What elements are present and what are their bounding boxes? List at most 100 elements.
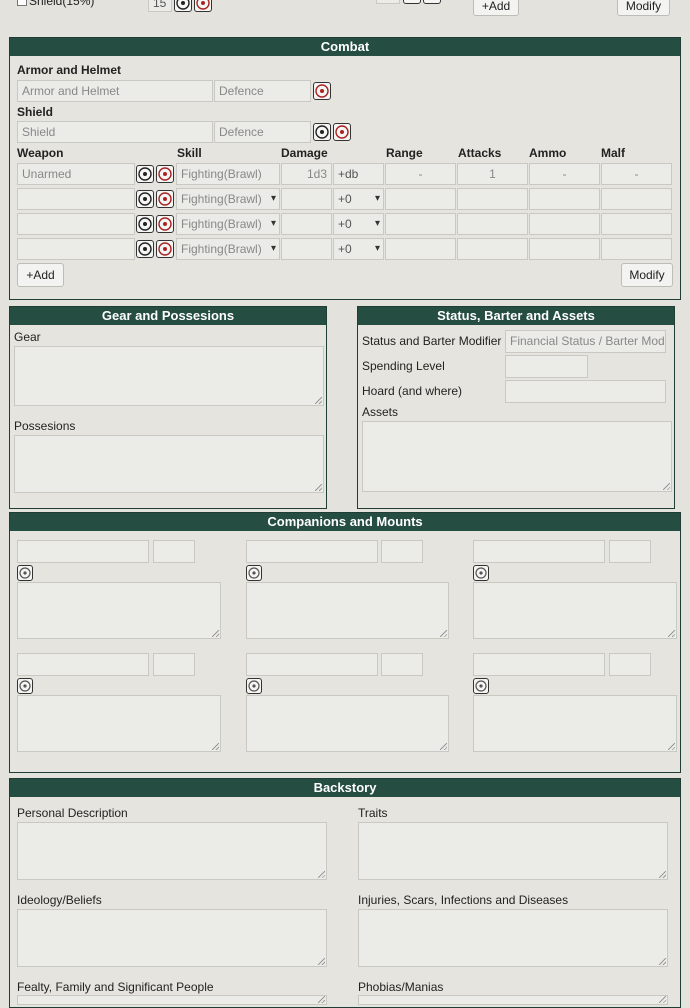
possessions-textarea[interactable]: [14, 435, 324, 493]
top-add-button[interactable]: +Add: [473, 0, 519, 16]
companion-name-input[interactable]: [17, 540, 149, 563]
shield-skill-value[interactable]: 15: [148, 0, 172, 12]
weapon-damage-field[interactable]: [281, 213, 332, 235]
dice-red-icon[interactable]: [194, 0, 212, 12]
companion-notes-textarea[interactable]: [246, 695, 449, 752]
financial-status-input[interactable]: Financial Status / Barter Modifier: [505, 330, 666, 353]
dice-black-icon[interactable]: [136, 240, 154, 258]
injuries-textarea[interactable]: [358, 909, 668, 967]
fealty-textarea[interactable]: [17, 995, 327, 1005]
weapon-damage-field[interactable]: 1d3: [281, 163, 332, 185]
companion-notes-textarea[interactable]: [246, 582, 449, 639]
weapon-skill-select[interactable]: Fighting(Brawl): [176, 188, 280, 210]
weapon-malf-field[interactable]: [601, 213, 672, 235]
dice-black-icon[interactable]: [246, 678, 262, 694]
weapon-ammo-field[interactable]: [529, 213, 600, 235]
dice-black-icon[interactable]: [473, 565, 489, 581]
companion-value-input[interactable]: [153, 540, 195, 563]
armor-defence-input[interactable]: Defence: [214, 80, 311, 102]
weapon-skill-field[interactable]: Fighting(Brawl): [176, 163, 280, 185]
companion-notes-textarea[interactable]: [17, 582, 221, 639]
companion-name-input[interactable]: [246, 653, 378, 676]
companion-name-input[interactable]: [17, 653, 149, 676]
weapon-ammo-field[interactable]: [529, 188, 600, 210]
dice-black-icon[interactable]: [403, 0, 421, 4]
shield-input[interactable]: Shield: [17, 121, 213, 143]
dice-red-icon[interactable]: [313, 82, 331, 100]
companion-value-input[interactable]: [153, 653, 195, 676]
traits-textarea[interactable]: [358, 822, 668, 880]
spending-level-input[interactable]: [505, 355, 588, 378]
weapon-ammo-field[interactable]: [529, 238, 600, 260]
weapon-name-input[interactable]: [17, 188, 135, 210]
dice-black-icon[interactable]: [17, 565, 33, 581]
weapon-ammo-field[interactable]: -: [529, 163, 600, 185]
weapon-range-field[interactable]: [385, 238, 456, 260]
dice-black-icon[interactable]: [136, 165, 154, 183]
weapon-attacks-field[interactable]: [457, 188, 528, 210]
companion-name-input[interactable]: [246, 540, 378, 563]
companion-value-input[interactable]: [609, 653, 651, 676]
weapon-attacks-field[interactable]: 1: [457, 163, 528, 185]
weapon-range-field[interactable]: [385, 188, 456, 210]
fealty-label: Fealty, Family and Significant People: [17, 980, 214, 994]
dice-black-icon[interactable]: [473, 678, 489, 694]
dice-black-icon[interactable]: [174, 0, 192, 12]
weapon-skill-select[interactable]: Fighting(Brawl): [176, 238, 280, 260]
dice-black-icon[interactable]: [313, 123, 331, 141]
dice-red-icon[interactable]: [423, 0, 441, 4]
dice-red-icon[interactable]: [156, 215, 174, 233]
companion-name-input[interactable]: [473, 540, 605, 563]
weapon-attacks-field[interactable]: [457, 213, 528, 235]
companion-notes-textarea[interactable]: [473, 582, 677, 639]
companion-notes-textarea[interactable]: [17, 695, 221, 752]
weapon-malf-field[interactable]: [601, 188, 672, 210]
col-damage: Damage: [281, 146, 328, 160]
weapon-bonus-select[interactable]: +0: [333, 188, 384, 210]
weapon-range-field[interactable]: [385, 213, 456, 235]
companion-name-input[interactable]: [473, 653, 605, 676]
ideology-textarea[interactable]: [17, 909, 327, 967]
gear-header: Gear and Possesions: [10, 307, 326, 325]
companion-value-input[interactable]: [609, 540, 651, 563]
companion-value-input[interactable]: [381, 540, 423, 563]
weapon-bonus-select[interactable]: +0: [333, 238, 384, 260]
dice-red-icon[interactable]: [156, 190, 174, 208]
dice-black-icon[interactable]: [17, 678, 33, 694]
shield-skill-checkbox[interactable]: [17, 0, 27, 6]
armor-input[interactable]: Armor and Helmet: [17, 80, 213, 102]
col-ammo: Ammo: [529, 146, 566, 160]
companion-notes-textarea[interactable]: [473, 695, 677, 752]
top-blank-field[interactable]: [376, 0, 400, 4]
hoard-input[interactable]: [505, 380, 666, 403]
weapon-bonus-select[interactable]: +0: [333, 213, 384, 235]
status-panel: Status, Barter and Assets Status and Bar…: [357, 306, 675, 509]
dice-black-icon[interactable]: [136, 190, 154, 208]
spending-level-label: Spending Level: [362, 359, 445, 373]
shield-defence-input[interactable]: Defence: [214, 121, 311, 143]
weapon-range-field[interactable]: -: [385, 163, 456, 185]
weapon-name-input[interactable]: [17, 238, 135, 260]
weapon-malf-field[interactable]: -: [601, 163, 672, 185]
weapon-skill-select[interactable]: Fighting(Brawl): [176, 213, 280, 235]
dice-black-icon[interactable]: [246, 565, 262, 581]
weapon-damage-field[interactable]: [281, 238, 332, 260]
weapon-add-button[interactable]: +Add: [17, 263, 64, 287]
personal-description-textarea[interactable]: [17, 822, 327, 880]
weapon-bonus-field[interactable]: +db: [333, 163, 384, 185]
weapon-name-input[interactable]: Unarmed: [17, 163, 135, 185]
weapon-attacks-field[interactable]: [457, 238, 528, 260]
weapon-modify-button[interactable]: Modify: [621, 263, 673, 287]
weapon-malf-field[interactable]: [601, 238, 672, 260]
dice-red-icon[interactable]: [156, 165, 174, 183]
dice-red-icon[interactable]: [333, 123, 351, 141]
phobias-textarea[interactable]: [358, 995, 668, 1005]
weapon-name-input[interactable]: [17, 213, 135, 235]
dice-black-icon[interactable]: [136, 215, 154, 233]
assets-textarea[interactable]: [362, 421, 672, 492]
dice-red-icon[interactable]: [156, 240, 174, 258]
companion-value-input[interactable]: [381, 653, 423, 676]
gear-textarea[interactable]: [14, 346, 324, 406]
top-modify-button[interactable]: Modify: [617, 0, 670, 16]
weapon-damage-field[interactable]: [281, 188, 332, 210]
